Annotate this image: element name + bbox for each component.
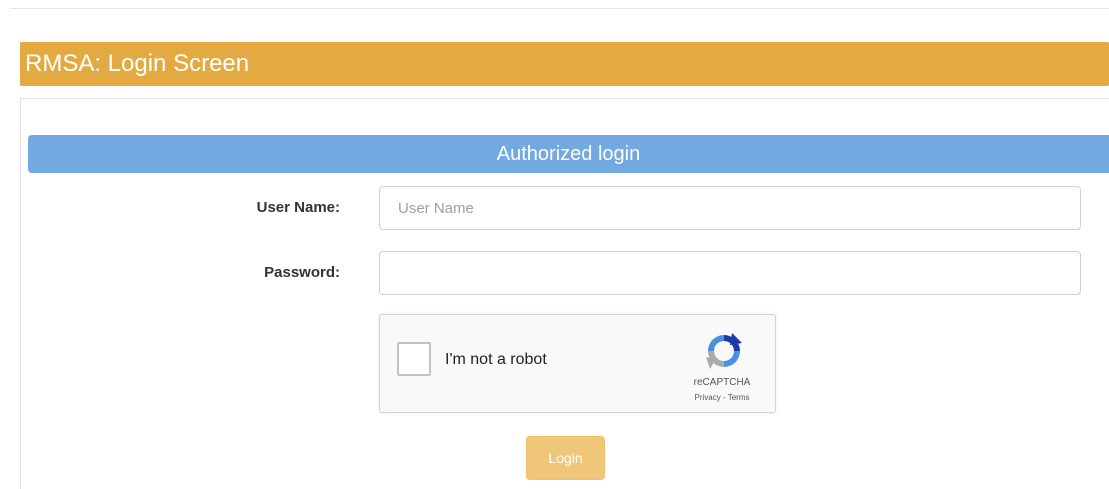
form-heading: Authorized login (28, 135, 1109, 173)
password-label: Password: (264, 264, 340, 281)
recaptcha-widget: I'm not a robot reCAPTCHA Privacy - Term… (379, 314, 776, 413)
username-input[interactable] (379, 186, 1081, 230)
page-title: RMSA: Login Screen (20, 42, 1109, 86)
captcha-links: Privacy - Terms (672, 393, 772, 402)
captcha-label: I'm not a robot (445, 351, 547, 368)
password-input[interactable] (379, 251, 1081, 295)
captcha-terms-link[interactable]: Terms (728, 393, 750, 402)
top-divider (10, 8, 1109, 9)
login-page: RMSA: Login Screen Authorized login User… (0, 0, 1109, 489)
recaptcha-icon (706, 333, 742, 369)
captcha-brand: reCAPTCHA (693, 377, 751, 388)
username-label: User Name: (256, 199, 340, 216)
captcha-privacy-link[interactable]: Privacy (695, 393, 721, 402)
captcha-link-separator: - (720, 393, 728, 402)
login-button[interactable]: Login (526, 436, 605, 480)
captcha-checkbox[interactable] (397, 342, 431, 376)
